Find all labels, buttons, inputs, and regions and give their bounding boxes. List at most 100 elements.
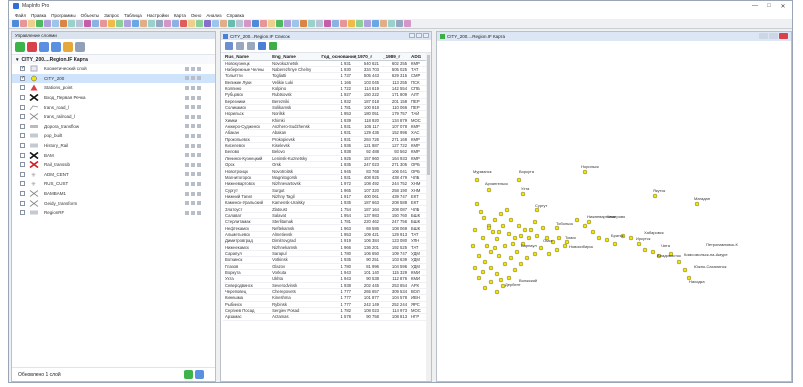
- city-point[interactable]: [554, 225, 560, 231]
- city-point[interactable]: [512, 235, 518, 241]
- layer-row[interactable]: BAM: [12, 150, 215, 160]
- layer-toggle-icon[interactable]: [191, 162, 195, 167]
- layer-toggle-icon[interactable]: [197, 114, 201, 119]
- layer-visibility-checkbox[interactable]: [20, 85, 25, 91]
- toolbar-tool-icon[interactable]: [20, 20, 27, 27]
- toolbar-tool-icon[interactable]: [84, 20, 91, 27]
- layer-toggle-icon[interactable]: [185, 153, 189, 158]
- column-header[interactable]: ADG: [409, 53, 427, 61]
- city-point[interactable]: [524, 255, 530, 261]
- layer-toggle-icon[interactable]: [197, 210, 201, 215]
- menu-analysis[interactable]: Анализ: [206, 13, 221, 18]
- layer-visibility-checkbox[interactable]: [20, 123, 25, 129]
- column-header[interactable]: Eng_Name: [270, 53, 320, 61]
- toolbar-tool-icon[interactable]: [396, 20, 403, 27]
- layer-toggle-icon[interactable]: [185, 76, 189, 81]
- toolbar-tool-icon[interactable]: [380, 20, 387, 27]
- layer-toggle-icon[interactable]: [197, 153, 201, 158]
- city-point[interactable]: [498, 277, 504, 283]
- toolbar-tool-icon[interactable]: [260, 20, 267, 27]
- toolbar-tool-icon[interactable]: [132, 20, 139, 27]
- city-point[interactable]: [480, 269, 486, 275]
- layer-toggle-icon[interactable]: [197, 66, 201, 71]
- city-point[interactable]: [526, 235, 532, 241]
- help-icon[interactable]: [195, 370, 204, 379]
- toolbar-tool-icon[interactable]: [52, 20, 59, 27]
- layer-toggle-icon[interactable]: [197, 133, 201, 138]
- map-minimize-button[interactable]: [759, 33, 768, 39]
- filter-icon[interactable]: [247, 42, 255, 50]
- menu-map[interactable]: Карта: [174, 13, 186, 18]
- layer-visibility-checkbox[interactable]: [20, 181, 25, 187]
- city-point[interactable]: [502, 261, 508, 267]
- column-header[interactable]: _1989_r: [381, 53, 410, 61]
- toolbar-tool-icon[interactable]: [372, 20, 379, 27]
- toolbar-tool-icon[interactable]: [404, 20, 411, 27]
- city-point[interactable]: [498, 211, 504, 217]
- city-point[interactable]: [504, 207, 510, 213]
- layer-toggle-icon[interactable]: [197, 76, 201, 81]
- layer-visibility-checkbox[interactable]: [20, 66, 25, 72]
- city-point[interactable]: [512, 267, 518, 273]
- city-point[interactable]: [484, 243, 490, 249]
- city-point[interactable]: [586, 219, 592, 225]
- layer-visibility-checkbox[interactable]: [20, 133, 25, 139]
- toolbar-tool-icon[interactable]: [356, 20, 363, 27]
- city-point[interactable]: [546, 251, 552, 257]
- toolbar-tool-icon[interactable]: [308, 20, 315, 27]
- layer-row[interactable]: Rail_transsib: [12, 160, 215, 170]
- city-point[interactable]: [590, 229, 596, 235]
- city-point[interactable]: [482, 285, 488, 291]
- layer-row[interactable]: Stations_point: [12, 83, 215, 93]
- city-point[interactable]: [478, 209, 484, 215]
- column-header[interactable]: Год_основания: [319, 53, 356, 61]
- chevron-down-icon[interactable]: ▾: [16, 57, 19, 63]
- layer-toggle-icon[interactable]: [185, 66, 189, 71]
- layer-visibility-checkbox[interactable]: [20, 152, 25, 158]
- maximize-button[interactable]: □: [762, 1, 776, 11]
- city-point[interactable]: [508, 217, 514, 223]
- city-point[interactable]: [534, 207, 540, 213]
- layer-visibility-checkbox[interactable]: [20, 114, 25, 120]
- toolbar-tool-icon[interactable]: [332, 20, 339, 27]
- layer-visibility-checkbox[interactable]: [20, 143, 25, 149]
- city-point[interactable]: [480, 235, 486, 241]
- toolbar-tool-icon[interactable]: [100, 20, 107, 27]
- city-point[interactable]: [676, 259, 682, 265]
- city-point[interactable]: [476, 253, 482, 259]
- layer-toggle-icon[interactable]: [185, 172, 189, 177]
- city-point[interactable]: [582, 223, 588, 229]
- layer-options-icon[interactable]: [75, 41, 85, 52]
- toolbar-tool-icon[interactable]: [28, 20, 35, 27]
- layer-toggle-icon[interactable]: [191, 153, 195, 158]
- layer-toggle-icon[interactable]: [191, 133, 195, 138]
- city-point[interactable]: [556, 235, 562, 241]
- city-point[interactable]: [508, 255, 514, 261]
- toolbar-tool-icon[interactable]: [292, 20, 299, 27]
- layer-visibility-checkbox[interactable]: [20, 191, 25, 197]
- layer-toggle-icon[interactable]: [185, 210, 189, 215]
- toolbar-tool-icon[interactable]: [236, 20, 243, 27]
- city-point[interactable]: [516, 223, 522, 229]
- toolbar-tool-icon[interactable]: [172, 20, 179, 27]
- city-point[interactable]: [514, 249, 520, 255]
- menu-file[interactable]: Файл: [15, 13, 26, 18]
- city-point[interactable]: [522, 227, 528, 233]
- layer-toggle-icon[interactable]: [191, 95, 195, 100]
- city-point[interactable]: [636, 241, 642, 247]
- city-point[interactable]: [628, 235, 634, 241]
- city-point[interactable]: [488, 249, 494, 255]
- layer-visibility-checkbox[interactable]: [20, 75, 25, 81]
- layer-down-icon[interactable]: [51, 41, 61, 52]
- city-point[interactable]: [494, 289, 500, 295]
- sort-icon[interactable]: [236, 42, 244, 50]
- city-point[interactable]: [650, 249, 656, 255]
- layer-row[interactable]: trans_road_l: [12, 102, 215, 112]
- layer-visibility-checkbox[interactable]: [20, 95, 25, 101]
- toolbar-tool-icon[interactable]: [204, 20, 211, 27]
- toolbar-tool-icon[interactable]: [228, 20, 235, 27]
- toolbar-tool-icon[interactable]: [300, 20, 307, 27]
- layer-row[interactable]: History_Rail: [12, 141, 215, 151]
- toolbar-tool-icon[interactable]: [212, 20, 219, 27]
- layer-row[interactable]: Вход_Первая Речка: [12, 93, 215, 103]
